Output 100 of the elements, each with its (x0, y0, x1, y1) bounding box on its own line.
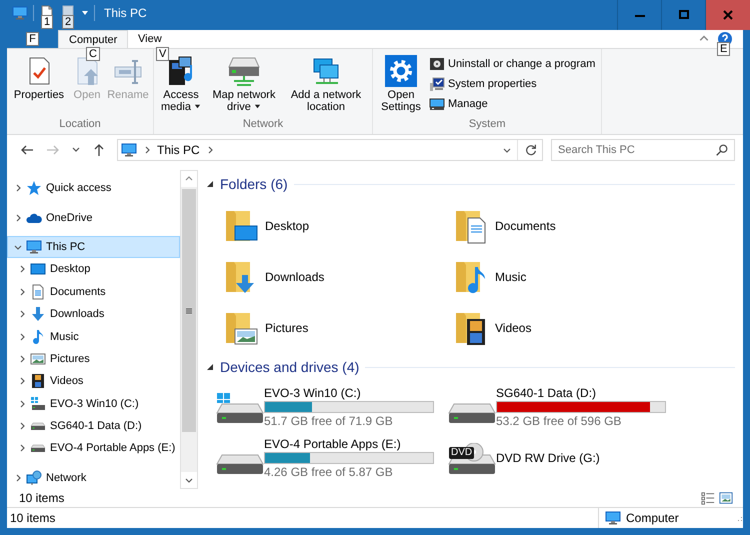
maximize-icon (678, 10, 688, 20)
document-icon (30, 284, 46, 300)
ribbon-button[interactable]: Uninstall or change a program (427, 55, 598, 73)
folder-label[interactable]: Downloads (265, 270, 324, 284)
chevron-right-icon[interactable] (18, 332, 26, 341)
tree-item[interactable]: This PC (7, 236, 180, 258)
chevron-right-icon[interactable] (18, 288, 26, 296)
computer-icon (26, 238, 42, 255)
details-view-icon (701, 491, 715, 505)
ribbon-button[interactable]: Open Settings (377, 53, 425, 118)
section-header[interactable]: Devices and drives (4) (220, 359, 360, 375)
chevron-right-icon[interactable] (18, 310, 26, 318)
scrollbar[interactable] (180, 170, 198, 489)
zone-label: Computer (626, 511, 679, 525)
tree-item[interactable]: Documents (7, 280, 180, 303)
drive-icon (30, 396, 46, 412)
chevron-right-icon[interactable] (206, 146, 214, 154)
keytip-tooltip: C (86, 47, 100, 61)
disc-box-icon (429, 56, 445, 72)
keytip-tooltip: V (156, 47, 170, 61)
computer-icon (121, 142, 137, 158)
chevron-down-icon[interactable] (503, 146, 511, 154)
ribbon-tab[interactable]: Computer (58, 30, 128, 48)
drive-label[interactable]: EVO-4 Portable Apps (E:) (264, 436, 434, 450)
chevron-right-icon[interactable] (18, 400, 26, 408)
chevron-right-icon[interactable] (14, 184, 22, 192)
group-label: System (468, 118, 507, 132)
tree-item[interactable]: Pictures (7, 348, 180, 370)
grip-icon (185, 306, 193, 314)
ribbon-button[interactable]: System properties (427, 75, 598, 93)
chevron-down-icon[interactable] (14, 242, 22, 251)
computer-icon (605, 510, 621, 526)
chevron-right-icon[interactable] (18, 444, 26, 452)
search-icon[interactable] (715, 143, 729, 157)
collapse-icon[interactable] (206, 363, 214, 371)
drive-icon (30, 422, 46, 431)
scroll-down-icon[interactable] (185, 476, 193, 484)
section-header[interactable]: Folders (6) (220, 176, 288, 192)
settings-icon (385, 55, 417, 87)
drive-label[interactable]: SG640-1 Data (D:) (496, 386, 666, 400)
ribbon-button[interactable]: Manage (427, 95, 598, 113)
caret-icon[interactable] (81, 9, 89, 17)
resize-grip-icon[interactable] (735, 514, 743, 522)
chevron-right-icon[interactable] (18, 265, 26, 274)
group-label: Network (242, 118, 284, 132)
tree-item[interactable]: Music (7, 325, 180, 348)
ribbon-tab[interactable]: View (128, 30, 172, 48)
keytip-tooltip: E (717, 42, 730, 56)
star-icon (26, 180, 42, 196)
drive-label[interactable]: EVO-3 Win10 (C:) (264, 386, 434, 400)
free-space-text: 53.2 GB free of 596 GB (496, 414, 622, 428)
film-icon (30, 373, 46, 390)
chevron-right-icon[interactable] (18, 354, 26, 363)
tree-item[interactable]: OneDrive (7, 206, 180, 229)
large-icons-view-button[interactable] (717, 490, 735, 506)
search-field[interactable]: Search This PC (551, 139, 735, 161)
file-tab[interactable]: F (7, 30, 58, 48)
picture-icon (30, 350, 46, 367)
tree-item[interactable]: Quick access (7, 177, 180, 200)
collapse-icon[interactable] (206, 180, 214, 188)
windows-drive-icon[interactable] (216, 392, 264, 426)
ribbon-button[interactable]: Add a network location (284, 53, 368, 118)
scroll-up-icon[interactable] (185, 175, 193, 183)
folder-label[interactable]: Pictures (265, 320, 308, 334)
dvd-label: DVD (449, 447, 474, 459)
ribbon-button[interactable]: Map network drive (206, 53, 282, 118)
drive-icon (30, 444, 46, 453)
tree-item[interactable]: Downloads (7, 302, 180, 326)
refresh-icon[interactable] (524, 143, 538, 157)
drive-label[interactable]: DVD RW Drive (G:) (496, 450, 600, 464)
tree-item[interactable]: Videos (7, 370, 180, 393)
item-count: 10 items (19, 491, 64, 505)
keytip-tooltip: 1 (41, 15, 54, 29)
network-icon (26, 470, 42, 486)
chevron-right-icon[interactable] (143, 146, 151, 154)
ribbon-button[interactable]: Properties (11, 53, 67, 118)
address-bar[interactable]: This PC (117, 139, 543, 161)
music-note-icon (30, 328, 46, 345)
network-drive-icon (228, 55, 260, 87)
tree-item[interactable]: Desktop (7, 258, 180, 281)
download-icon (30, 306, 46, 322)
breadcrumb[interactable]: This PC (157, 143, 200, 157)
keytip-tooltip: 2 (62, 15, 74, 29)
chevron-right-icon[interactable] (14, 474, 22, 482)
details-view-button[interactable] (699, 490, 717, 506)
tree-item[interactable]: EVO-4 Portable Apps (E:) (7, 437, 180, 460)
folder-label[interactable]: Documents (495, 218, 556, 232)
tree-item[interactable]: SG640-1 Data (D:) (7, 414, 180, 438)
scroll-thumb[interactable] (182, 189, 196, 432)
close-button[interactable] (705, 0, 750, 30)
group-label: Location (58, 118, 102, 132)
chevron-right-icon[interactable] (14, 214, 22, 222)
folder-label[interactable]: Desktop (265, 218, 310, 232)
chevron-right-icon[interactable] (18, 422, 26, 430)
chevron-right-icon[interactable] (18, 377, 26, 386)
tree-item[interactable]: EVO-3 Win10 (C:) (7, 392, 180, 415)
folder-label[interactable]: Music (495, 270, 526, 284)
folder-label[interactable]: Videos (495, 320, 532, 334)
desktop-icon (30, 261, 46, 278)
tree-item[interactable]: Network (7, 466, 180, 490)
